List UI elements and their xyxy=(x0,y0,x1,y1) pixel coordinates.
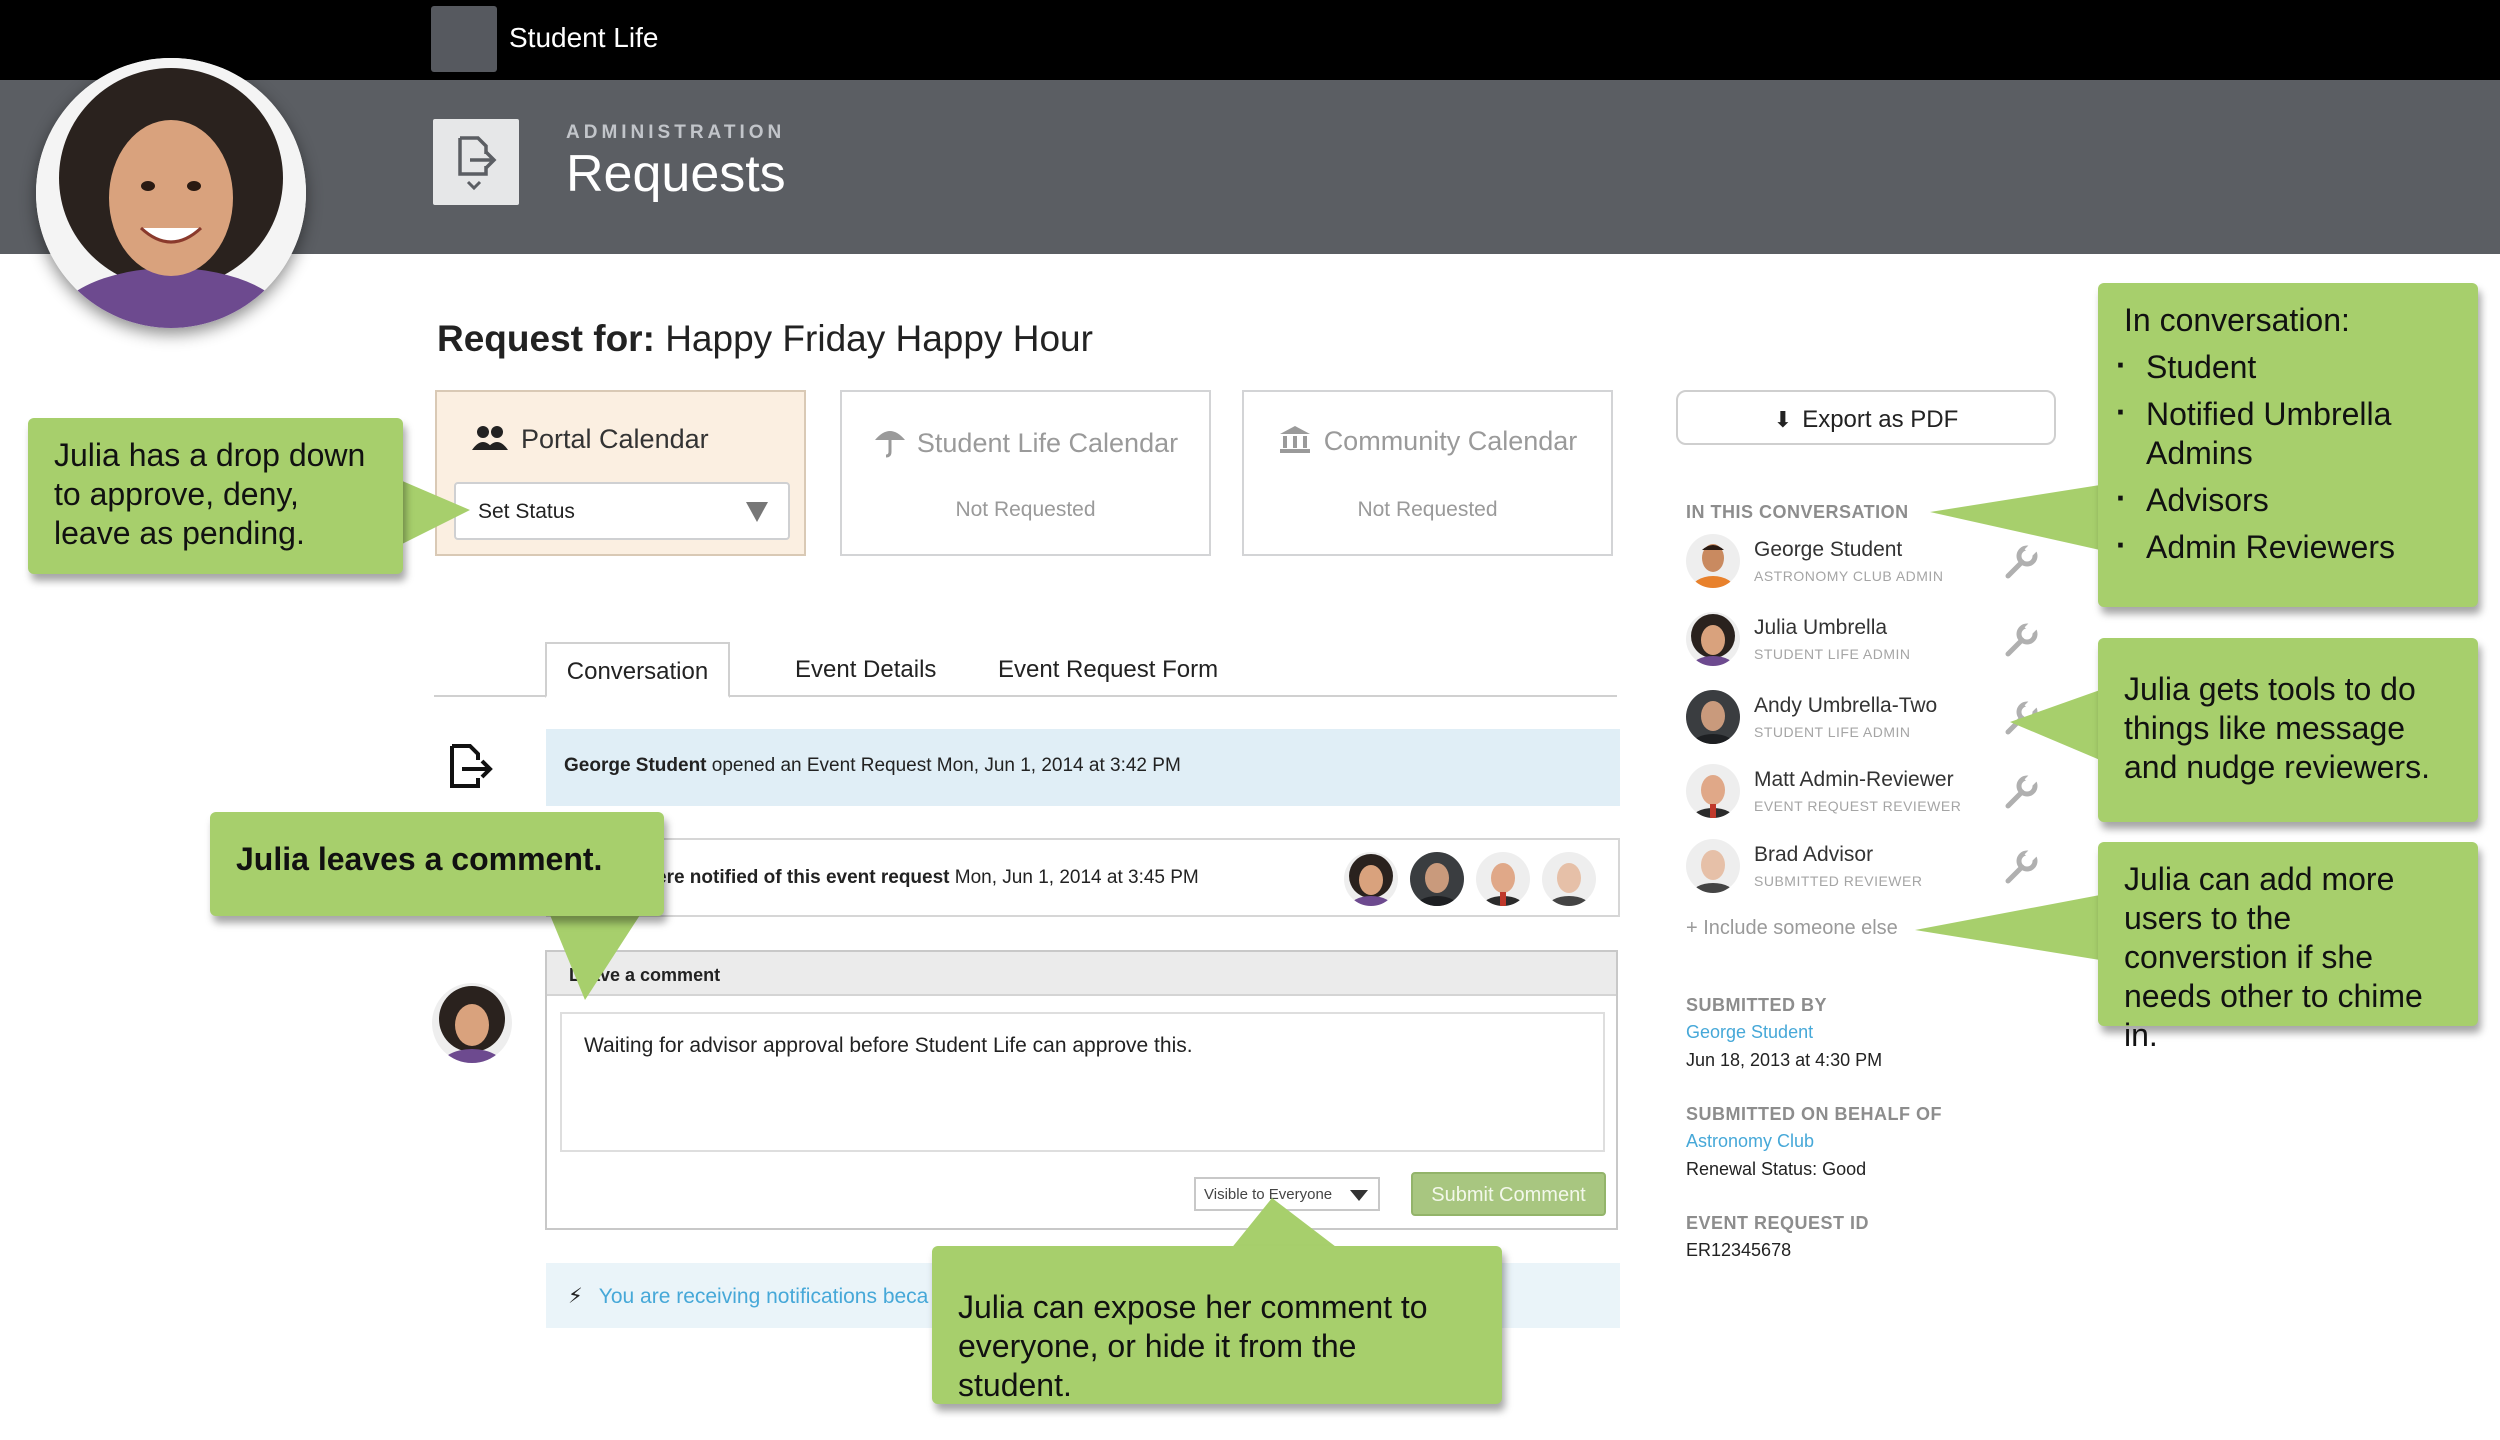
callout-conversation-list: Student Notified Umbrella Admins Advisor… xyxy=(2116,346,2452,567)
callout-tools: Julia gets tools to do things like messa… xyxy=(2098,638,2478,822)
list-item: Student xyxy=(2116,346,2452,387)
list-item: Admin Reviewers xyxy=(2116,526,2452,567)
callout-dropdown: Julia has a drop down to approve, deny, … xyxy=(28,418,403,574)
callout-comment-text: Julia leaves a comment. xyxy=(236,841,603,877)
list-item: Notified Umbrella Admins xyxy=(2116,393,2452,473)
callout-conversation-title: In conversation: xyxy=(2124,302,2350,338)
callout-visibility: Julia can expose her comment to everyone… xyxy=(932,1246,1502,1404)
list-item: Advisors xyxy=(2116,479,2452,520)
callout-add-users: Julia can add more users to the converst… xyxy=(2098,842,2478,1053)
callout-comment: Julia leaves a comment. xyxy=(210,812,664,916)
callout-conversation: In conversation: Student Notified Umbrel… xyxy=(2098,283,2478,607)
